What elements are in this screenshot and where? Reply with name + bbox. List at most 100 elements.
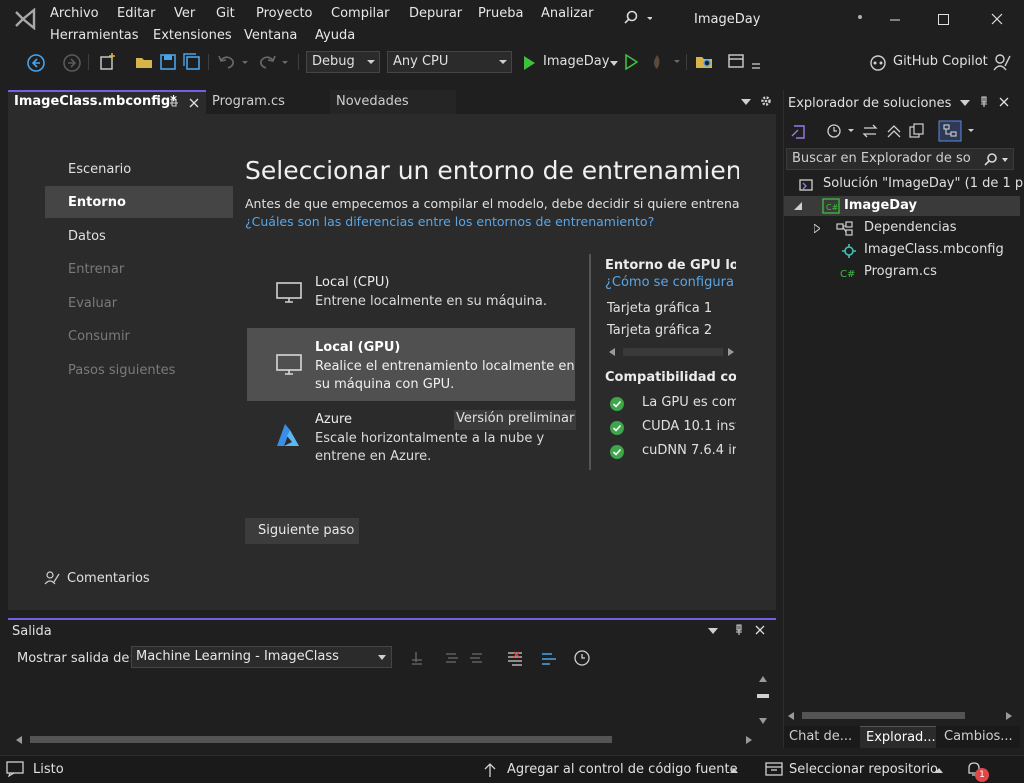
- solution-explorer-toolbar: [788, 120, 988, 142]
- feedback-label: Comentarios: [67, 571, 150, 586]
- pin-icon[interactable]: [168, 97, 180, 109]
- github-copilot-button[interactable]: GitHub Copilot: [868, 52, 988, 74]
- menu-herramientas[interactable]: Herramientas: [50, 28, 139, 43]
- pin-icon[interactable]: [733, 624, 745, 636]
- graphics-card-2[interactable]: Tarjeta gráfica 2: [607, 323, 712, 338]
- minimize-button[interactable]: [872, 6, 918, 34]
- step-escenario[interactable]: Escenario: [68, 162, 131, 177]
- step-entorno[interactable]: Entorno: [68, 195, 126, 210]
- check-circle-icon: [610, 445, 624, 459]
- graphics-card-1[interactable]: Tarjeta gráfica 1: [607, 301, 712, 316]
- compat-check-label: La GPU es comp: [642, 395, 736, 410]
- option-azure[interactable]: Azure Versión preliminar Escale horizont…: [247, 404, 577, 470]
- undo-icon[interactable]: [216, 52, 252, 72]
- output-title: Salida: [12, 624, 52, 639]
- compat-title: Compatibilidad con C: [605, 370, 736, 385]
- menu-compilar[interactable]: Compilar: [331, 6, 389, 21]
- close-panel-icon[interactable]: [754, 624, 766, 636]
- panel-menu-dropdown-icon[interactable]: [708, 628, 718, 634]
- tab-solution-explorer[interactable]: Explorad...: [860, 726, 936, 748]
- save-all-icon[interactable]: [182, 52, 202, 72]
- notifications-button[interactable]: 1: [966, 759, 992, 782]
- option-local-cpu[interactable]: Local (CPU) Entrene localmente en su máq…: [247, 260, 575, 326]
- menu-editar[interactable]: Editar: [117, 6, 156, 21]
- platform-dropdown[interactable]: Any CPU: [387, 51, 512, 73]
- solution-search-input[interactable]: Buscar en Explorador de soluci: [786, 148, 1014, 170]
- solution-horizontal-scrollbar[interactable]: [786, 710, 1016, 722]
- step-datos[interactable]: Datos: [68, 229, 106, 244]
- start-without-debugging-icon[interactable]: [624, 54, 638, 70]
- hot-reload-icon[interactable]: [648, 52, 682, 72]
- start-debugging-button[interactable]: ImageDay: [520, 52, 620, 74]
- platform-value: Any CPU: [393, 54, 449, 69]
- search-icon[interactable]: [624, 10, 652, 26]
- page-title: Seleccionar un entorno de entrenamiento: [245, 156, 739, 185]
- preview-badge: Versión preliminar: [454, 410, 577, 430]
- close-tab-icon[interactable]: [188, 97, 200, 109]
- folder-search-icon[interactable]: [694, 52, 716, 72]
- menu-ayuda[interactable]: Ayuda: [315, 28, 355, 43]
- option-local-gpu[interactable]: Local (GPU) Realice el entrenamiento loc…: [247, 328, 575, 401]
- tab-git-changes[interactable]: Cambios...: [944, 729, 1013, 744]
- run-target-label: ImageDay: [543, 54, 610, 69]
- tree-project-row[interactable]: C# ImageDay: [784, 196, 1020, 216]
- cards-scrollbar[interactable]: [609, 347, 734, 357]
- output-vertical-scrollbar[interactable]: [755, 672, 772, 728]
- navigate-back-icon[interactable]: [26, 53, 46, 73]
- panel-menu-dropdown-icon[interactable]: [960, 100, 970, 106]
- feedback-link[interactable]: Comentarios: [44, 570, 164, 588]
- select-repository-button[interactable]: Seleccionar repositorio: [765, 759, 955, 781]
- layout-icon[interactable]: [726, 52, 762, 74]
- new-project-icon[interactable]: [98, 52, 120, 72]
- close-panel-icon[interactable]: [998, 96, 1010, 108]
- output-source-value: Machine Learning - ImageClass: [136, 649, 339, 664]
- svg-text:C#: C#: [840, 269, 855, 280]
- menu-extensiones[interactable]: Extensiones: [153, 28, 232, 43]
- tab-label: Program.cs: [212, 94, 285, 109]
- menu-git[interactable]: Git: [216, 6, 235, 21]
- menu-analizar[interactable]: Analizar: [541, 6, 593, 21]
- check-circle-icon: [610, 397, 624, 411]
- output-horizontal-scrollbar[interactable]: [16, 734, 754, 746]
- menu-archivo[interactable]: Archivo: [50, 6, 99, 21]
- menu-ventana[interactable]: Ventana: [244, 28, 297, 43]
- tab-program-cs[interactable]: Program.cs: [206, 90, 330, 114]
- navigate-forward-icon[interactable]: [62, 53, 82, 73]
- menu-proyecto[interactable]: Proyecto: [256, 6, 313, 21]
- gear-icon[interactable]: [760, 95, 772, 107]
- gpu-panel-title: Entorno de GPU local: [605, 258, 736, 273]
- output-source-dropdown[interactable]: Machine Learning - ImageClass: [131, 646, 392, 668]
- tab-list-dropdown-icon[interactable]: [741, 99, 751, 105]
- maximize-button[interactable]: [920, 6, 966, 34]
- pin-icon[interactable]: [978, 96, 990, 108]
- next-step-button[interactable]: Siguiente paso: [245, 518, 359, 544]
- menu-depurar[interactable]: Depurar: [409, 6, 462, 21]
- step-entrenar: Entrenar: [68, 262, 125, 277]
- solution-bottom-tabs: Chat de... Explorad... Cambios...: [784, 726, 1020, 748]
- copilot-label: GitHub Copilot: [893, 54, 988, 69]
- visual-studio-logo-icon: [12, 8, 38, 30]
- gpu-config-link[interactable]: ¿Cómo se configura e: [605, 275, 736, 290]
- tab-imageclass-mbconfig[interactable]: ImageClass.mbconfig*: [8, 90, 206, 114]
- menu-prueba[interactable]: Prueba: [478, 6, 523, 21]
- tab-novedades[interactable]: Novedades: [330, 90, 456, 114]
- open-folder-icon[interactable]: [134, 52, 154, 72]
- configuration-dropdown[interactable]: Debug: [306, 51, 380, 73]
- redo-icon[interactable]: [256, 52, 292, 72]
- tab-label: ImageClass.mbconfig*: [14, 94, 177, 109]
- configuration-value: Debug: [312, 54, 355, 69]
- output-window-icon[interactable]: [6, 761, 24, 777]
- help-link[interactable]: ¿Cuáles son las diferencias entre los en…: [245, 214, 654, 229]
- compat-check-gpu: La GPU es comp: [605, 394, 736, 412]
- tab-label: Novedades: [336, 94, 409, 109]
- close-window-button[interactable]: [974, 6, 1020, 34]
- add-to-source-control-button[interactable]: Agregar al control de código fuente: [484, 759, 742, 781]
- menu-ver[interactable]: Ver: [174, 6, 195, 21]
- status-bar: Listo Agregar al control de código fuent…: [0, 755, 1024, 783]
- save-icon[interactable]: [158, 52, 178, 72]
- csharp-file-icon: C#: [840, 269, 855, 280]
- compat-check-label: CUDA 10.1 insta: [642, 419, 736, 434]
- option-title: Azure: [315, 412, 353, 427]
- feedback-person-icon[interactable]: [992, 52, 1012, 72]
- tab-copilot-chat[interactable]: Chat de...: [789, 729, 852, 744]
